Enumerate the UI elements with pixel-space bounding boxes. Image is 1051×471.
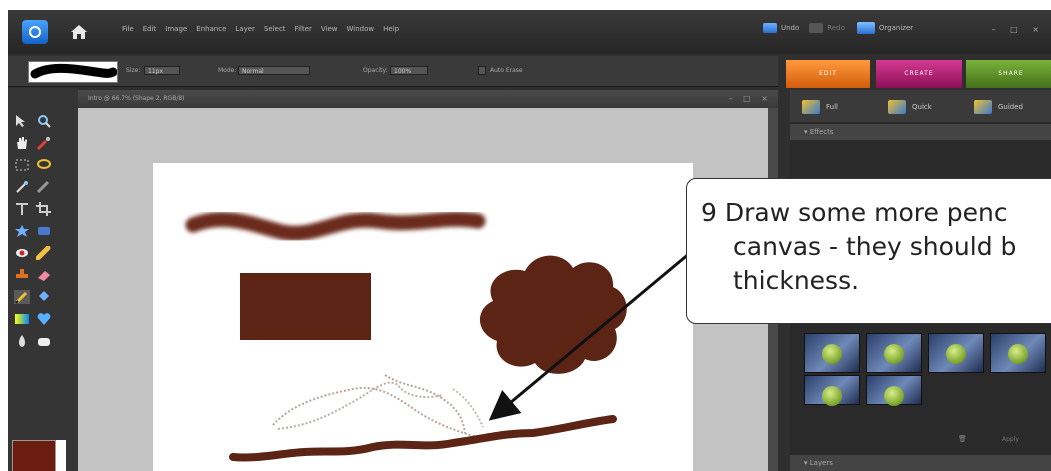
callout-arrow-line: [488, 251, 691, 421]
callout-line-1: 9 Draw some more penc: [701, 198, 1008, 227]
callout-line-2: canvas - they should b: [733, 232, 1017, 261]
instruction-callout: 9 Draw some more penc canvas - they shou…: [686, 178, 1051, 324]
callout-line-3: thickness.: [733, 266, 860, 295]
